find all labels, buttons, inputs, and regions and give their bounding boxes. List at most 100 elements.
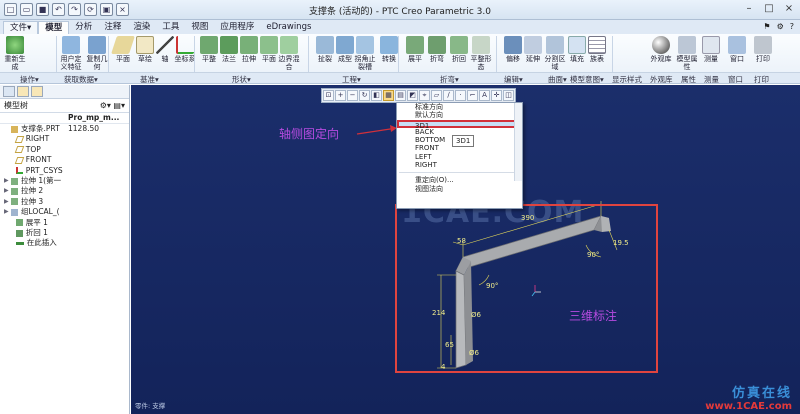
- family-table-button[interactable]: 族表: [584, 36, 610, 63]
- tree-item-insert-here[interactable]: 在此插入: [4, 238, 129, 248]
- tree-item-group[interactable]: ▶ 组LOCAL_(: [4, 207, 129, 217]
- flat-pattern-button[interactable]: 平整形态: [468, 36, 494, 71]
- group-editing[interactable]: 编辑▾: [504, 74, 523, 85]
- minimize-button[interactable]: –: [742, 2, 756, 16]
- group-display-style[interactable]: 显示样式: [612, 74, 642, 85]
- group-window[interactable]: 窗口: [728, 74, 743, 85]
- tab-model[interactable]: 模型: [38, 21, 70, 34]
- tree-item-label: FRONT: [25, 155, 52, 165]
- model-tree-tab-icon[interactable]: [3, 86, 15, 97]
- copy-geometry-button[interactable]: 复制几何: [84, 36, 110, 71]
- maximize-button[interactable]: □: [762, 2, 776, 16]
- tab-render[interactable]: 渲染: [127, 21, 156, 34]
- group-operations[interactable]: 操作▾: [20, 74, 39, 85]
- model-tree-header: 模型树 ⚙▾ ▤▾: [0, 99, 129, 113]
- status-text: 零件: 支撑: [135, 402, 166, 410]
- tree-item-extrude-1[interactable]: ▶ 拉伸 1(第一: [4, 176, 129, 186]
- tree-item-extrude-2[interactable]: ▶ 拉伸 2: [4, 186, 129, 196]
- csys-icon: [15, 167, 23, 175]
- corner-relief-button[interactable]: 拐角止裂槽: [352, 36, 378, 71]
- tree-item-csys[interactable]: PRT_CSYS: [4, 166, 129, 176]
- column-pro-mp-mass[interactable]: Pro_mp_m...: [0, 113, 119, 123]
- tree-item-front[interactable]: FRONT: [4, 155, 129, 165]
- group-bends[interactable]: 折弯▾: [440, 74, 459, 85]
- tree-column-header: Pro_mp_m...: [0, 113, 129, 124]
- print-button[interactable]: 打印: [750, 36, 776, 63]
- group-model-intent[interactable]: 模型意图▾: [570, 74, 604, 85]
- group-icon: [11, 208, 18, 216]
- flat-pattern-icon: [472, 36, 490, 54]
- tab-tools[interactable]: 工具: [156, 21, 185, 34]
- group-measure[interactable]: 测量: [704, 74, 719, 85]
- logo-title: 仿真在线: [731, 386, 792, 401]
- group-properties[interactable]: 属性: [681, 74, 696, 85]
- window-title: 支撑条 (活动的) - PTC Creo Parametric 3.0: [309, 7, 491, 17]
- title-bar: □ ▭ ■ ↶ ↷ ⟳ ▣ × 支撑条 (活动的) - PTC Creo Par…: [0, 0, 800, 20]
- expand-arrow-icon[interactable]: ▶: [4, 197, 11, 207]
- tree-item-root[interactable]: 支撑条.PRT 1128.50: [4, 124, 129, 134]
- tree-item-extrude-3[interactable]: ▶ 拉伸 3: [4, 197, 129, 207]
- tab-file[interactable]: 文件▾: [3, 21, 39, 34]
- tree-item-top[interactable]: TOP: [4, 145, 129, 155]
- tree-item-label: PRT_CSYS: [25, 165, 63, 175]
- udf-button[interactable]: 用户定义特征: [58, 36, 84, 71]
- appearance-gallery-button[interactable]: 外观库: [648, 36, 674, 63]
- tab-view[interactable]: 视图: [185, 21, 214, 34]
- tree-item-unbend[interactable]: 展平 1: [4, 218, 129, 228]
- measure-icon: [702, 36, 720, 54]
- corner-relief-icon: [356, 36, 374, 54]
- insert-icon: [15, 241, 24, 245]
- group-datum[interactable]: 基准▾: [140, 74, 159, 85]
- unbend-icon: [406, 36, 424, 54]
- menu-item-view-normal[interactable]: 视图法向: [397, 185, 522, 193]
- model-properties-button[interactable]: 模型属性: [674, 36, 700, 71]
- expand-arrow-icon[interactable]: ▶: [4, 186, 11, 196]
- window-button[interactable]: 窗口: [724, 36, 750, 63]
- menu-scrollbar[interactable]: [514, 103, 522, 181]
- group-engineering[interactable]: 工程▾: [342, 74, 361, 85]
- ribbon-tabs: 文件▾ 模型 分析 注释 渲染 工具 视图 应用程序 eDrawings ⚑ ⚙…: [0, 20, 800, 34]
- expand-arrow-icon[interactable]: ▶: [4, 207, 11, 217]
- group-shapes[interactable]: 形状▾: [232, 74, 251, 85]
- measure-button[interactable]: 测量: [698, 36, 724, 63]
- ribbon-group-labels: 操作▾ 获取数据▾ 基准▾ 形状▾ 工程▾ 折弯▾ 编辑▾ 曲面▾ 模型意图▾ …: [0, 72, 800, 84]
- menu-item-default[interactable]: 默认方向: [397, 111, 522, 119]
- tab-annotate[interactable]: 注释: [98, 21, 127, 34]
- tab-applications[interactable]: 应用程序: [214, 21, 260, 34]
- tree-item-label: RIGHT: [25, 134, 50, 144]
- menu-item-right[interactable]: RIGHT: [397, 161, 522, 169]
- menu-item-3d1[interactable]: 3D1: [397, 119, 522, 130]
- menu-separator: [399, 172, 520, 174]
- regenerate-button[interactable]: 重新生成: [2, 36, 28, 71]
- tree-item-bendback[interactable]: 折回 1: [4, 228, 129, 238]
- group-surfaces[interactable]: 曲面▾: [548, 74, 567, 85]
- tree-item-value: 1128.50: [68, 123, 100, 133]
- favorites-icon[interactable]: [31, 86, 43, 97]
- extrude-icon: [11, 198, 18, 206]
- tab-edrawings[interactable]: eDrawings: [260, 21, 317, 34]
- settings-icon[interactable]: ⚙: [777, 22, 784, 31]
- group-appearance[interactable]: 外观库: [650, 74, 673, 85]
- question-icon[interactable]: ?: [790, 22, 794, 31]
- folder-browser-icon[interactable]: [17, 86, 29, 97]
- expand-arrow-icon[interactable]: ▶: [4, 176, 11, 186]
- help-icon[interactable]: ⚑: [763, 22, 770, 31]
- part-icon: [11, 125, 18, 133]
- site-logo: 仿真在线 www.1CAE.com: [656, 382, 796, 412]
- tab-analysis[interactable]: 分析: [69, 21, 98, 34]
- boundary-blend-button[interactable]: 边界混合: [276, 36, 302, 71]
- close-button[interactable]: ×: [782, 2, 796, 16]
- graphics-viewport[interactable]: 1CAE.COM ⊡ + − ↻ ◧ ▦ ▤ ◩ ⌖ ▱ ∕ · ⌐ A ✛ ◫: [131, 85, 800, 414]
- menu-item-left[interactable]: LEFT: [397, 153, 522, 161]
- group-print[interactable]: 打印: [754, 74, 769, 85]
- extrude-icon: [11, 188, 18, 196]
- boundary-blend-icon: [280, 36, 298, 54]
- menu-item-reorient[interactable]: 重定向(O)...: [397, 176, 522, 184]
- dimension-annotation: 三维标注: [569, 309, 618, 323]
- group-get-data[interactable]: 获取数据▾: [64, 74, 98, 85]
- tree-item-label: TOP: [25, 144, 41, 154]
- tree-item-label: 在此插入: [26, 238, 57, 248]
- extrude-icon: [11, 177, 18, 185]
- tree-item-right[interactable]: RIGHT: [4, 134, 129, 144]
- tree-settings-icon[interactable]: ⚙▾ ▤▾: [100, 101, 125, 110]
